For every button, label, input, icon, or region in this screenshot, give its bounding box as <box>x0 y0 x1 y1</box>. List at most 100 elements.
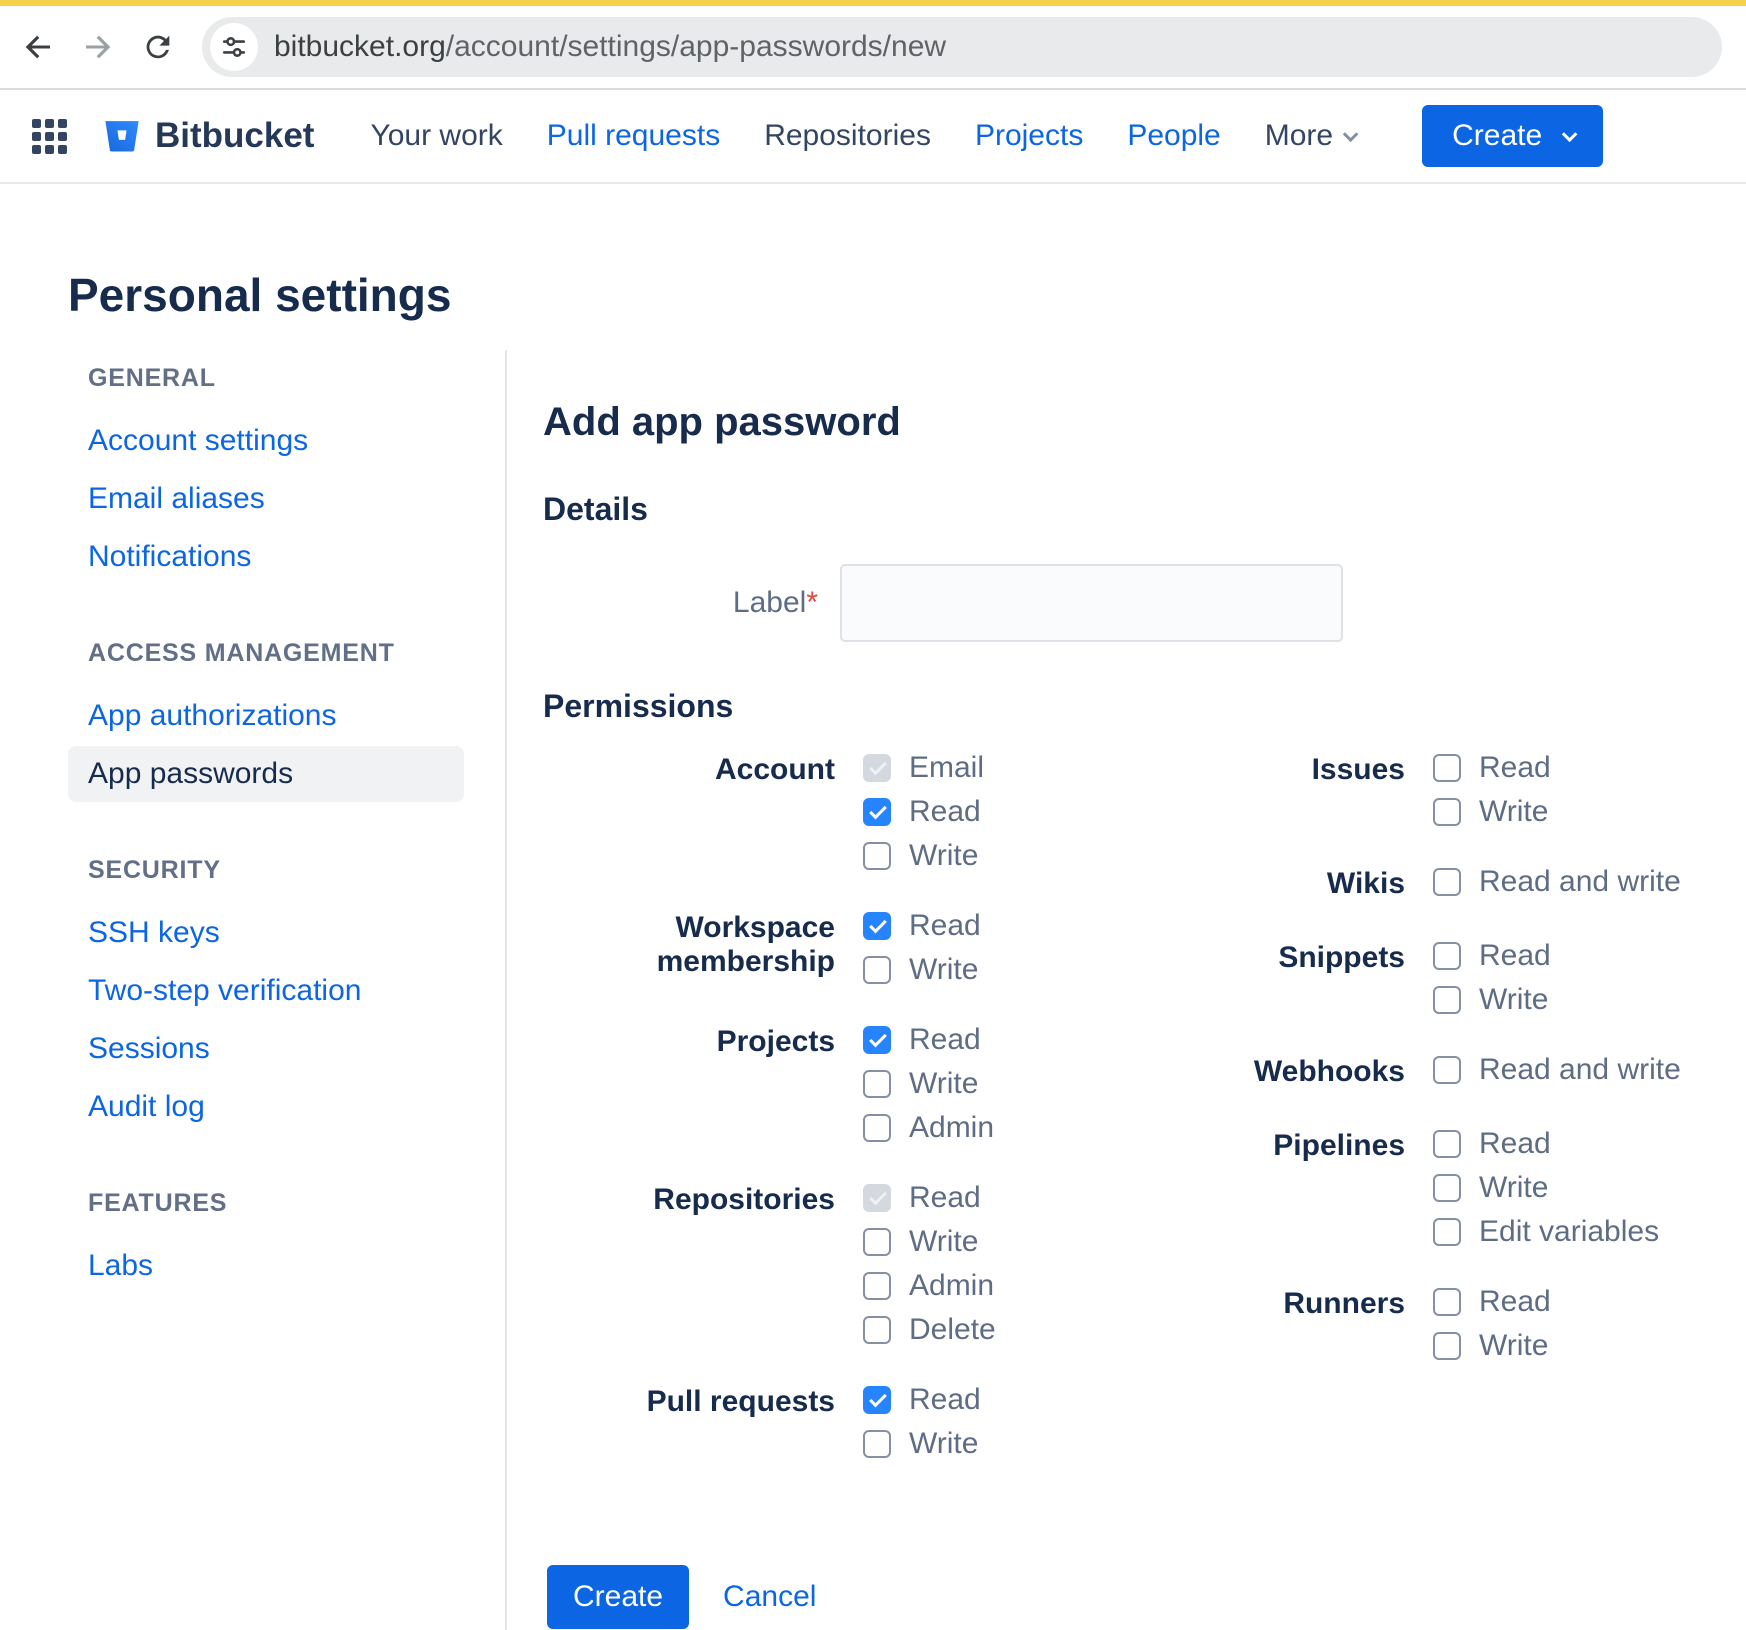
checkbox-label: Read and write <box>1479 865 1681 899</box>
url-text: bitbucket.org/account/settings/app-passw… <box>274 30 946 64</box>
checkbox-repositories-admin[interactable] <box>863 1272 891 1300</box>
perm-group-issues: Issues Read Write <box>1103 753 1746 827</box>
perm-group-label: Wikis <box>1103 867 1405 901</box>
checkbox-repositories-write[interactable] <box>863 1228 891 1256</box>
sidebar-item-app-authorizations[interactable]: App authorizations <box>68 688 464 744</box>
sidebar-item-account-settings[interactable]: Account settings <box>68 413 464 469</box>
checkbox-label: Edit variables <box>1479 1215 1659 1249</box>
checkbox-account-email[interactable] <box>863 754 891 782</box>
checkbox-wikis-read-write[interactable] <box>1433 868 1461 896</box>
checkbox-label: Read <box>1479 939 1551 973</box>
checkbox-label: Admin <box>909 1269 994 1303</box>
checkbox-account-write[interactable] <box>863 842 891 870</box>
perm-group-pipelines: Pipelines Read Write Edit variables <box>1103 1129 1746 1247</box>
perm-group-account: Account Email Read Write <box>543 753 1103 871</box>
forward-icon[interactable] <box>76 25 120 69</box>
nav-item-projects[interactable]: Projects <box>975 119 1083 153</box>
checkbox-projects-write[interactable] <box>863 1070 891 1098</box>
cancel-link[interactable]: Cancel <box>723 1580 816 1614</box>
checkbox-snippets-write[interactable] <box>1433 986 1461 1014</box>
checkbox-label: Read <box>909 909 981 943</box>
checkbox-runners-read[interactable] <box>1433 1288 1461 1316</box>
checkbox-workspace-write[interactable] <box>863 956 891 984</box>
checkbox-workspace-read[interactable] <box>863 912 891 940</box>
sidebar-item-labs[interactable]: Labs <box>68 1238 464 1294</box>
checkbox-webhooks-read-write[interactable] <box>1433 1056 1461 1084</box>
checkbox-label: Read <box>909 795 981 829</box>
perm-group-webhooks: Webhooks Read and write <box>1103 1055 1746 1089</box>
checkbox-label: Write <box>909 1067 978 1101</box>
checkbox-pull-requests-write[interactable] <box>863 1430 891 1458</box>
checkbox-label: Write <box>1479 1329 1548 1363</box>
checkbox-snippets-read[interactable] <box>1433 942 1461 970</box>
back-icon[interactable] <box>16 25 60 69</box>
perm-group-label: Account <box>543 753 835 871</box>
perm-option-projects-write: Write <box>863 1069 994 1099</box>
checkbox-label: Write <box>909 953 978 987</box>
checkbox-label: Admin <box>909 1111 994 1145</box>
url-bar[interactable]: bitbucket.org/account/settings/app-passw… <box>202 17 1722 77</box>
label-input[interactable] <box>840 564 1343 642</box>
perm-group-label: Snippets <box>1103 941 1405 1015</box>
checkbox-projects-admin[interactable] <box>863 1114 891 1142</box>
perm-option-repositories-read: Read <box>863 1183 996 1213</box>
sidebar-item-audit-log[interactable]: Audit log <box>68 1079 464 1135</box>
form-actions: Create Cancel <box>547 1565 1746 1629</box>
nav-items: Your work Pull requests Repositories Pro… <box>370 119 1354 153</box>
checkbox-repositories-read[interactable] <box>863 1184 891 1212</box>
perm-group-runners: Runners Read Write <box>1103 1287 1746 1361</box>
perm-group-label: Issues <box>1103 753 1405 827</box>
url-path: /account/settings/app-passwords/new <box>446 30 946 63</box>
checkbox-label: Write <box>909 839 978 873</box>
sidebar-item-notifications[interactable]: Notifications <box>68 529 464 585</box>
checkbox-issues-read[interactable] <box>1433 754 1461 782</box>
permissions-column-left: Account Email Read Write Workspace membe… <box>543 753 1103 1499</box>
settings-sidebar: GENERAL Account settings Email aliases N… <box>68 350 507 1630</box>
perm-group-label: Webhooks <box>1103 1055 1405 1089</box>
perm-group-label: Workspace membership <box>543 911 835 985</box>
bitbucket-logo[interactable]: Bitbucket <box>101 115 314 157</box>
chevron-down-icon <box>1343 126 1359 142</box>
nav-item-more[interactable]: More <box>1265 119 1354 153</box>
nav-item-people[interactable]: People <box>1127 119 1220 153</box>
app-switcher-icon[interactable] <box>32 119 67 154</box>
nav-item-repositories[interactable]: Repositories <box>764 119 931 153</box>
permissions-column-right: Issues Read Write Wikis Read and write <box>1103 753 1746 1499</box>
nav-item-your-work[interactable]: Your work <box>370 119 502 153</box>
sidebar-item-email-aliases[interactable]: Email aliases <box>68 471 464 527</box>
permissions-grid: Account Email Read Write Workspace membe… <box>543 753 1746 1499</box>
nav-item-pull-requests[interactable]: Pull requests <box>547 119 720 153</box>
sidebar-group-general: GENERAL <box>68 364 505 393</box>
url-host: bitbucket.org <box>274 30 446 63</box>
bitbucket-bucket-icon <box>101 115 143 157</box>
create-button[interactable]: Create <box>547 1565 689 1629</box>
perm-group-pull-requests: Pull requests Read Write <box>543 1385 1103 1459</box>
perm-option-snippets-write: Write <box>1433 985 1551 1015</box>
site-info-icon[interactable] <box>210 23 258 71</box>
permissions-heading: Permissions <box>543 688 1746 725</box>
checkbox-issues-write[interactable] <box>1433 798 1461 826</box>
perm-option-snippets-read: Read <box>1433 941 1551 971</box>
checkbox-pipelines-write[interactable] <box>1433 1174 1461 1202</box>
checkbox-pipelines-read[interactable] <box>1433 1130 1461 1158</box>
checkbox-account-read[interactable] <box>863 798 891 826</box>
perm-option-account-email: Email <box>863 753 984 783</box>
sidebar-group-access-management: ACCESS MANAGEMENT <box>68 639 505 668</box>
bitbucket-navbar: Bitbucket Your work Pull requests Reposi… <box>0 90 1746 184</box>
sidebar-item-two-step-verification[interactable]: Two-step verification <box>68 963 464 1019</box>
perm-group-label: Pipelines <box>1103 1129 1405 1247</box>
checkbox-label: Read <box>1479 751 1551 785</box>
reload-icon[interactable] <box>136 25 180 69</box>
checkbox-repositories-delete[interactable] <box>863 1316 891 1344</box>
checkbox-label: Read <box>1479 1285 1551 1319</box>
sidebar-item-app-passwords[interactable]: App passwords <box>68 746 464 802</box>
perm-group-snippets: Snippets Read Write <box>1103 941 1746 1015</box>
sidebar-item-sessions[interactable]: Sessions <box>68 1021 464 1077</box>
sidebar-item-ssh-keys[interactable]: SSH keys <box>68 905 464 961</box>
checkbox-projects-read[interactable] <box>863 1026 891 1054</box>
checkbox-pull-requests-read[interactable] <box>863 1386 891 1414</box>
checkbox-runners-write[interactable] <box>1433 1332 1461 1360</box>
perm-option-repositories-write: Write <box>863 1227 996 1257</box>
nav-create-button[interactable]: Create <box>1422 105 1603 167</box>
checkbox-pipelines-edit-variables[interactable] <box>1433 1218 1461 1246</box>
